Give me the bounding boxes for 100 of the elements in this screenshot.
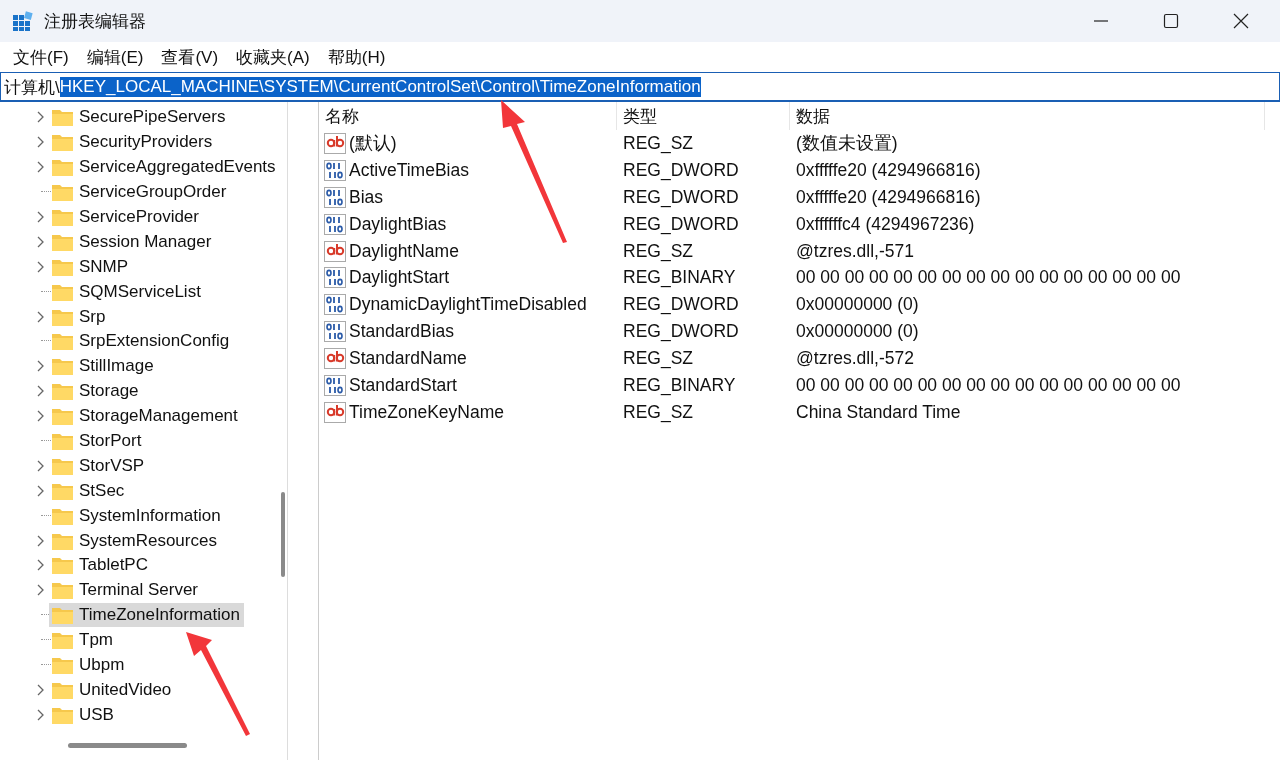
tree-label: StorVSP bbox=[79, 455, 145, 476]
tree-item[interactable]: SecurePipeServers bbox=[49, 105, 230, 130]
value-data: 00 00 00 00 00 00 00 00 00 00 00 00 00 00 00 00 bbox=[795, 374, 1181, 396]
folder-icon bbox=[51, 356, 74, 377]
scrollbar-thumb[interactable] bbox=[281, 492, 285, 577]
tree-label: SecurityProviders bbox=[79, 132, 213, 153]
value-name[interactable]: TimeZoneKeyName bbox=[349, 401, 504, 423]
value-type: REG_BINARY bbox=[622, 374, 737, 396]
tree-item[interactable]: ServiceGroupOrder bbox=[49, 180, 231, 205]
tree-item[interactable]: SQMServiceList bbox=[49, 279, 205, 304]
app-icon bbox=[12, 10, 34, 32]
value-type: REG_DWORD bbox=[622, 159, 740, 181]
folder-icon bbox=[51, 630, 74, 651]
folder-icon bbox=[51, 605, 74, 626]
folder-icon bbox=[51, 157, 74, 178]
tree-item[interactable]: SystemInformation bbox=[49, 503, 225, 528]
value-data: China Standard Time bbox=[795, 401, 961, 423]
tree-label: UnitedVideo bbox=[79, 679, 172, 700]
value-name[interactable]: DaylightName bbox=[349, 240, 459, 262]
tree-item[interactable]: Tpm bbox=[49, 628, 117, 653]
tree-item[interactable]: Srp bbox=[49, 304, 110, 329]
value-type: REG_DWORD bbox=[622, 321, 740, 343]
menu-item[interactable]: 编辑(E) bbox=[77, 45, 153, 69]
tree-item[interactable]: ServiceAggregatedEvents bbox=[49, 155, 280, 180]
tree-item[interactable]: TimeZoneInformation bbox=[49, 603, 244, 628]
tree-label: ServiceProvider bbox=[79, 207, 199, 227]
menu-item[interactable]: 文件(F) bbox=[4, 45, 78, 69]
menu-item[interactable]: 帮助(H) bbox=[318, 45, 395, 69]
value-name[interactable]: DaylightStart bbox=[349, 267, 450, 289]
value-type: REG_SZ bbox=[622, 348, 695, 370]
tree-item[interactable]: StorPort bbox=[49, 429, 146, 453]
tree-item[interactable]: Ubpm bbox=[49, 653, 129, 678]
tree-item[interactable]: Terminal Server bbox=[49, 578, 203, 603]
value-name[interactable]: StandardStart bbox=[349, 374, 457, 396]
tree-item[interactable]: SrpExtensionConfig bbox=[49, 329, 234, 354]
tree-label: SQMServiceList bbox=[79, 281, 201, 302]
value-name[interactable]: StandardName bbox=[349, 348, 467, 370]
value-name[interactable]: Bias bbox=[349, 186, 384, 208]
tree-label: SystemResources bbox=[79, 530, 217, 551]
value-data: @tzres.dll,-572 bbox=[795, 348, 914, 370]
tree-label: SecurePipeServers bbox=[79, 107, 226, 128]
tree-item[interactable]: Storage bbox=[49, 379, 143, 404]
tree-label: ServiceGroupOrder bbox=[79, 182, 227, 203]
value-name[interactable]: ActiveTimeBias bbox=[349, 159, 469, 181]
folder-icon bbox=[51, 555, 74, 576]
tree-item[interactable]: USB bbox=[49, 702, 118, 727]
tree-item[interactable]: UnitedVideo bbox=[49, 677, 176, 702]
value-data: 0x00000000 (0) bbox=[795, 294, 919, 316]
value-data: 0x00000000 (0) bbox=[795, 321, 919, 343]
tree-label: StorPort bbox=[79, 431, 142, 451]
folder-icon bbox=[51, 331, 74, 352]
tree-item[interactable]: SystemResources bbox=[49, 528, 221, 553]
tree-label: SNMP bbox=[79, 256, 129, 277]
close-icon[interactable] bbox=[1233, 13, 1249, 29]
column-header[interactable]: 类型 bbox=[617, 102, 790, 130]
tree-item[interactable]: StSec bbox=[49, 478, 129, 503]
value-data: 0xffffffc4 (4294967236) bbox=[795, 213, 975, 235]
value-name[interactable]: (默认) bbox=[349, 131, 397, 156]
tree-label: StillImage bbox=[79, 356, 154, 377]
folder-icon bbox=[51, 182, 74, 203]
folder-icon bbox=[51, 381, 74, 402]
folder-icon bbox=[51, 207, 74, 227]
tree-label: TimeZoneInformation bbox=[79, 605, 240, 626]
folder-icon bbox=[51, 107, 74, 128]
value-data: 0xfffffe20 (4294966816) bbox=[795, 159, 981, 181]
tree-item[interactable]: StillImage bbox=[49, 354, 158, 379]
value-type: REG_SZ bbox=[622, 132, 695, 154]
value-data: (数值未设置) bbox=[795, 132, 898, 156]
folder-icon bbox=[51, 580, 74, 601]
value-data: @tzres.dll,-571 bbox=[795, 240, 914, 262]
tree-item[interactable]: ServiceProvider bbox=[49, 205, 203, 229]
value-name[interactable]: DaylightBias bbox=[349, 213, 447, 235]
tree-label: StSec bbox=[79, 480, 125, 501]
tree-label: TabletPC bbox=[79, 555, 148, 576]
tree-label: USB bbox=[79, 704, 114, 725]
folder-icon bbox=[51, 132, 74, 153]
tree-item[interactable]: Session Manager bbox=[49, 229, 216, 254]
value-type: REG_DWORD bbox=[622, 213, 740, 235]
tree-item[interactable]: StorVSP bbox=[49, 453, 149, 478]
value-name[interactable]: StandardBias bbox=[349, 321, 455, 343]
folder-icon bbox=[51, 655, 74, 676]
scrollbar-thumb[interactable] bbox=[68, 743, 187, 748]
value-data: 00 00 00 00 00 00 00 00 00 00 00 00 00 00 00 00 bbox=[795, 267, 1181, 289]
maximize-icon[interactable] bbox=[1163, 13, 1179, 29]
value-type: REG_BINARY bbox=[622, 267, 737, 289]
tree-label: Session Manager bbox=[79, 231, 212, 252]
tree-item[interactable]: TabletPC bbox=[49, 553, 152, 578]
tree-label: SystemInformation bbox=[79, 505, 221, 526]
tree-label: Terminal Server bbox=[79, 580, 199, 601]
value-name[interactable]: DynamicDaylightTimeDisabled bbox=[349, 294, 587, 316]
menu-item[interactable]: 查看(V) bbox=[152, 45, 228, 69]
value-type: REG_SZ bbox=[622, 240, 695, 262]
folder-icon bbox=[51, 406, 74, 427]
tree-label: Tpm bbox=[79, 630, 113, 651]
tree-item[interactable]: SNMP bbox=[49, 254, 133, 279]
menu-item[interactable]: 收藏夹(A) bbox=[227, 45, 319, 69]
tree-item[interactable]: SecurityProviders bbox=[49, 130, 217, 155]
value-type: REG_DWORD bbox=[622, 294, 740, 316]
column-header[interactable]: 数据 bbox=[790, 102, 1265, 130]
tree-item[interactable]: StorageManagement bbox=[49, 404, 242, 429]
